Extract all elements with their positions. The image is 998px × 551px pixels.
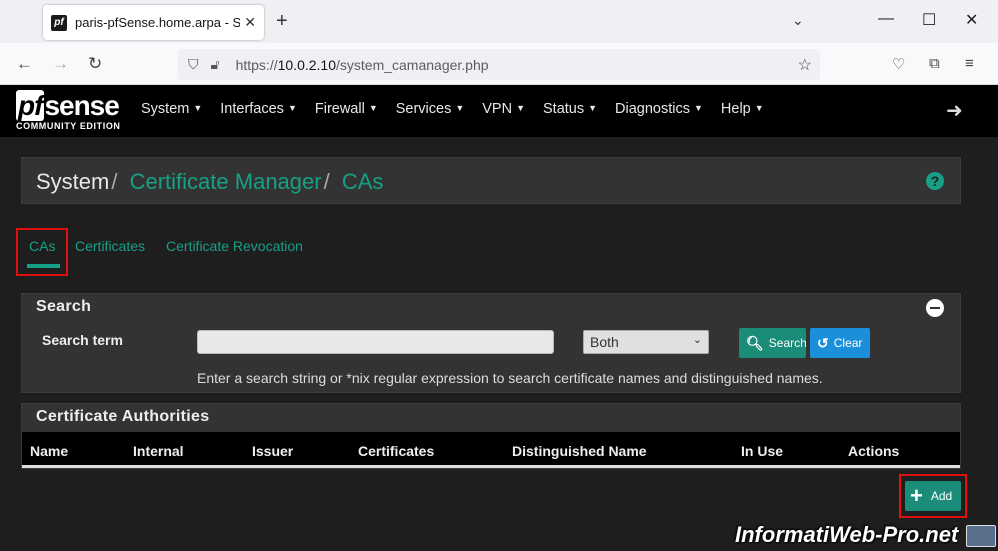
search-scope-value: Both — [590, 334, 619, 350]
clear-button[interactable]: ↺ Clear — [810, 328, 870, 358]
search-panel-header: Search — [22, 294, 960, 322]
browser-toolbar: ← → ↻ ⛉ 🔓︎ https://10.0.2.10/system_cama… — [0, 43, 998, 85]
lock-icon[interactable]: 🔓︎ — [211, 56, 220, 73]
close-tab-icon[interactable]: ✕ — [244, 14, 256, 31]
subtabs: CAs Certificates Certificate Revocation — [16, 228, 416, 276]
active-tab-underline — [27, 264, 60, 268]
forward-icon[interactable]: → — [52, 54, 69, 74]
search-panel: Search Search term Both ⌄ 🔍︎ Search ↺ Cl… — [21, 293, 961, 393]
tab-certificates[interactable]: Certificates — [75, 238, 145, 254]
pfsense-navbar: pfsense COMMUNITY EDITION System ▼ Interf… — [0, 85, 998, 137]
menu-status[interactable]: Status ▼ — [543, 101, 597, 117]
ca-panel: Certificate Authorities Name Internal Is… — [21, 403, 961, 469]
menu-interfaces[interactable]: Interfaces ▼ — [220, 101, 297, 117]
column-name[interactable]: Name — [30, 443, 68, 459]
breadcrumb-page-link[interactable]: CAs — [342, 169, 384, 194]
search-help-text: Enter a search string or *nix regular ex… — [197, 370, 823, 386]
minimize-icon[interactable]: — — [878, 10, 894, 28]
breadcrumb: System/ Certificate Manager/ CAs ? — [21, 157, 961, 204]
pocket-icon[interactable]: ♡ — [892, 55, 905, 73]
main-menu: System ▼ Interfaces ▼ Firewall ▼ Services ▼ … — [141, 101, 782, 117]
tab-title: paris-pfSense.home.arpa - Syste — [75, 15, 240, 30]
undo-icon: ↺ — [817, 334, 829, 351]
ca-table-header: Name Internal Issuer Certificates Distin… — [22, 432, 960, 468]
address-bar[interactable]: ⛉ 🔓︎ https://10.0.2.10/system_camanager.… — [178, 49, 820, 80]
help-icon[interactable]: ? — [926, 172, 944, 190]
menu-icon[interactable]: ≡ — [965, 55, 974, 72]
tab-certificate-revocation[interactable]: Certificate Revocation — [166, 238, 303, 254]
back-icon[interactable]: ← — [16, 54, 33, 74]
page-content: System/ Certificate Manager/ CAs ? CAs C… — [0, 137, 998, 551]
column-actions: Actions — [848, 443, 900, 459]
reload-icon[interactable]: ↻ — [88, 54, 102, 74]
menu-services[interactable]: Services ▼ — [396, 101, 465, 117]
bookmark-star-icon[interactable]: ☆ — [798, 55, 812, 75]
column-internal[interactable]: Internal — [133, 443, 184, 459]
ca-panel-title: Certificate Authorities — [36, 408, 210, 425]
close-window-icon[interactable]: ✕ — [965, 10, 978, 30]
tab-cas[interactable]: CAs — [29, 238, 55, 254]
logo-subtitle: COMMUNITY EDITION — [16, 121, 121, 131]
browser-tabstrip: pf paris-pfSense.home.arpa - Syste ✕ + ⌄… — [0, 0, 998, 43]
browser-tab[interactable]: pf paris-pfSense.home.arpa - Syste ✕ — [43, 5, 264, 40]
collapse-icon[interactable] — [926, 299, 944, 317]
chevron-down-icon: ⌄ — [692, 334, 702, 346]
pfsense-logo[interactable]: pfsense COMMUNITY EDITION — [16, 90, 121, 131]
url-text: https://10.0.2.10/system_camanager.php — [235, 56, 489, 73]
menu-diagnostics[interactable]: Diagnostics ▼ — [615, 101, 703, 117]
new-tab-icon[interactable]: + — [276, 10, 288, 33]
extensions-icon[interactable]: ⧉ — [929, 55, 940, 72]
menu-firewall[interactable]: Firewall ▼ — [315, 101, 378, 117]
search-button[interactable]: 🔍︎ Search — [739, 328, 807, 358]
chevron-down-icon[interactable]: ⌄ — [792, 12, 804, 29]
search-input[interactable] — [197, 330, 554, 354]
search-scope-select[interactable]: Both ⌄ — [583, 330, 709, 354]
menu-help[interactable]: Help ▼ — [721, 101, 764, 117]
shield-icon[interactable]: ⛉ — [188, 56, 199, 73]
column-issuer[interactable]: Issuer — [252, 443, 293, 459]
search-term-label: Search term — [42, 332, 123, 348]
plus-icon: + — [910, 483, 923, 508]
menu-vpn[interactable]: VPN ▼ — [482, 101, 525, 117]
ca-panel-header: Certificate Authorities — [22, 404, 960, 432]
add-button[interactable]: + Add — [905, 481, 961, 511]
column-certificates[interactable]: Certificates — [358, 443, 434, 459]
menu-system[interactable]: System ▼ — [141, 101, 202, 117]
breadcrumb-section-link[interactable]: Certificate Manager — [130, 169, 322, 194]
column-in-use[interactable]: In Use — [741, 443, 783, 459]
column-distinguished-name[interactable]: Distinguished Name — [512, 443, 647, 459]
search-icon: 🔍︎ — [746, 334, 764, 351]
pfsense-favicon-icon: pf — [51, 14, 67, 31]
breadcrumb-root: System — [36, 169, 110, 194]
watermark: InformatiWeb-Pro.net — [735, 522, 959, 547]
maximize-icon[interactable]: ☐ — [922, 10, 936, 30]
logout-icon[interactable]: ➜ — [946, 98, 963, 123]
search-panel-title: Search — [36, 298, 92, 315]
laptop-icon — [966, 525, 996, 547]
